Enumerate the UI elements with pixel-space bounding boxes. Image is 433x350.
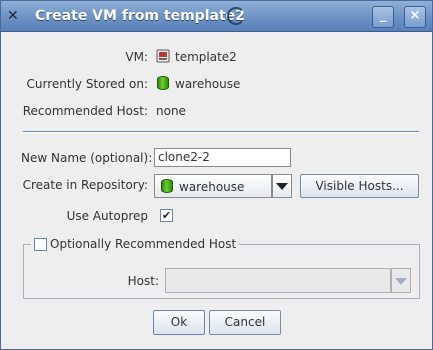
repository-value: warehouse bbox=[179, 180, 245, 194]
vm-label: VM: bbox=[125, 50, 148, 64]
stored-value: warehouse bbox=[175, 77, 241, 91]
host-select[interactable] bbox=[165, 268, 391, 293]
spiral-icon bbox=[227, 7, 245, 25]
repository-label: Create in Repository: bbox=[22, 178, 148, 192]
new-name-value: clone2-2 bbox=[158, 150, 210, 164]
database-icon bbox=[157, 76, 169, 90]
separator bbox=[23, 131, 419, 133]
window-title: Create VM from template2 bbox=[35, 8, 245, 24]
stored-label: Currently Stored on: bbox=[26, 77, 148, 91]
title-bar[interactable]: ✕ Create VM from template2 _ × bbox=[1, 1, 432, 32]
recommended-host-label: Recommended Host: bbox=[22, 104, 148, 118]
x-logo-icon: ✕ bbox=[7, 8, 19, 24]
host-dropdown-button[interactable] bbox=[391, 268, 411, 293]
ok-button[interactable]: Ok bbox=[153, 310, 205, 335]
vm-icon bbox=[156, 49, 170, 63]
repository-select[interactable]: warehouse bbox=[154, 174, 272, 198]
autoprep-label: Use Autoprep bbox=[66, 209, 148, 223]
new-name-label: New Name (optional): bbox=[21, 151, 153, 165]
database-icon bbox=[161, 179, 173, 193]
minimize-button[interactable]: _ bbox=[372, 6, 394, 28]
close-button[interactable]: × bbox=[404, 6, 426, 28]
repository-dropdown-button[interactable] bbox=[272, 174, 292, 198]
cancel-button[interactable]: Cancel bbox=[209, 310, 281, 335]
new-name-input[interactable]: clone2-2 bbox=[154, 148, 291, 167]
autoprep-checkbox[interactable]: ✔ bbox=[160, 209, 173, 222]
host-label: Host: bbox=[127, 274, 159, 288]
recommended-host-value: none bbox=[156, 104, 186, 118]
vm-value: template2 bbox=[175, 50, 237, 64]
visible-hosts-button[interactable]: Visible Hosts... bbox=[300, 174, 419, 198]
optional-host-label: Optionally Recommended Host bbox=[50, 237, 237, 251]
optional-host-checkbox[interactable] bbox=[34, 238, 47, 251]
dialog-window: ✕ Create VM from template2 _ × VM: templ… bbox=[0, 0, 433, 350]
chevron-down-icon bbox=[395, 278, 407, 285]
chevron-down-icon bbox=[276, 183, 288, 190]
